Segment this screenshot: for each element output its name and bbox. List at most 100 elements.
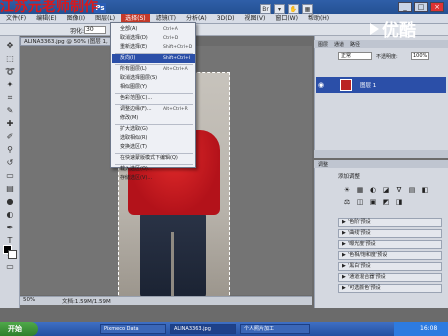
tab-channels[interactable]: 通道: [334, 41, 344, 48]
menu-item[interactable]: 3D(D): [213, 14, 239, 24]
adjustment-type-icon[interactable]: ◫: [355, 198, 365, 207]
crop-tool-icon[interactable]: ⌗: [4, 92, 16, 103]
expand-triangle-icon: ▶: [342, 274, 346, 280]
select-menu-item[interactable]: 相似图层(Y): [112, 83, 195, 92]
opacity-input[interactable]: 100%: [411, 52, 429, 60]
preset-item[interactable]: ▶ '色相/饱和度'预设: [338, 251, 442, 260]
preset-item[interactable]: ▶ '黑白'预设: [338, 262, 442, 271]
expand-triangle-icon: ▶: [342, 252, 346, 258]
dodge-tool-icon[interactable]: ◐: [4, 209, 16, 220]
adjustment-type-icon[interactable]: ∇: [394, 186, 404, 195]
adjustment-type-icon[interactable]: ◩: [381, 198, 391, 207]
history-brush-tool-icon[interactable]: ↺: [4, 157, 16, 168]
select-menu-item[interactable]: 调整边缘(F)... Alt+Ctrl+R: [112, 105, 195, 114]
zoom-level[interactable]: 50%: [23, 297, 35, 303]
preset-item[interactable]: ▶ '通道混合器'预设: [338, 273, 442, 282]
shape-tool-icon[interactable]: ▭: [4, 261, 16, 272]
minimize-button[interactable]: _: [398, 2, 412, 12]
menu-item[interactable]: 编辑(E): [32, 14, 60, 24]
select-menu-item[interactable]: 色彩范围(C)...: [112, 94, 195, 103]
select-menu-item[interactable]: 全部(A) Ctrl+A: [112, 25, 195, 34]
expand-triangle-icon: ▶: [342, 263, 346, 269]
tab-layers[interactable]: 图层: [318, 41, 328, 48]
select-menu-item[interactable]: 在快速蒙版模式下编辑(Q): [112, 154, 195, 163]
taskbar-item[interactable]: ALINA3363.jpg: [170, 324, 236, 334]
adjustment-type-icon[interactable]: ⚖: [342, 198, 352, 207]
select-menu-item[interactable]: 载入选区(O)...: [112, 165, 195, 174]
start-button[interactable]: 开始: [0, 322, 38, 336]
select-menu-dropdown: 全部(A) Ctrl+A 取消选择(D) Ctrl+D 重新选择(E) Shift+Ctr…: [110, 22, 196, 181]
menu-item[interactable]: 视图(V): [241, 14, 270, 24]
layer-row[interactable]: [316, 77, 446, 93]
close-button[interactable]: ×: [430, 2, 444, 12]
select-menu-item[interactable]: 重新选择(E) Shift+Ctrl+D: [112, 43, 195, 52]
bridge-icon[interactable]: Br: [260, 4, 271, 14]
visibility-eye-icon[interactable]: ◉: [318, 81, 324, 89]
menu-item-label: 重新选择(E): [120, 44, 148, 50]
magic-wand-tool-icon[interactable]: ✦: [4, 79, 16, 90]
feather-input[interactable]: 30: [84, 26, 106, 34]
adjustment-type-icon[interactable]: ▦: [355, 186, 365, 195]
tab-paths[interactable]: 路径: [350, 41, 360, 48]
adjustment-type-icon[interactable]: ◪: [381, 186, 391, 195]
pen-tool-icon[interactable]: ✒: [4, 222, 16, 233]
menu-item-label: 变换选区(T): [120, 144, 147, 150]
select-menu-item[interactable]: 取消选择图层(S): [112, 74, 195, 83]
menu-item[interactable]: 图像(I): [63, 14, 89, 24]
blur-tool-icon[interactable]: ●: [4, 196, 16, 207]
adjustment-type-icon[interactable]: ◨: [394, 198, 404, 207]
select-menu-item[interactable]: 变换选区(T): [112, 143, 195, 152]
select-menu-item[interactable]: 选取相似(R): [112, 134, 195, 143]
adjustment-type-icon[interactable]: ◐: [368, 186, 378, 195]
select-menu-item[interactable]: 存储选区(V)...: [112, 174, 195, 183]
preset-label: '可选颜色'预设: [347, 285, 381, 291]
healing-brush-tool-icon[interactable]: ✚: [4, 118, 16, 129]
arrange-icon[interactable]: ▦: [302, 4, 313, 14]
menu-item-label: 取消选择(D): [120, 35, 148, 41]
select-menu-item[interactable]: 取消选择(D) Ctrl+D: [112, 34, 195, 43]
gradient-tool-icon[interactable]: ▤: [4, 183, 16, 194]
adjustment-type-icon[interactable]: ◧: [420, 186, 430, 195]
menu-item[interactable]: 帮助(H): [304, 14, 333, 24]
menu-item[interactable]: 窗口(W): [271, 14, 302, 24]
lasso-tool-icon[interactable]: ➰: [4, 66, 16, 77]
maximize-button[interactable]: □: [414, 2, 428, 12]
menu-item-shortcut: Ctrl+A: [163, 27, 178, 32]
menu-item-shortcut: Ctrl+D: [163, 36, 179, 41]
taskbar-item[interactable]: 个人照片加工: [240, 324, 310, 334]
menu-item-shortcut: Shift+Ctrl+I: [163, 56, 191, 61]
select-menu-item[interactable]: 反向(I) Shift+Ctrl+I: [112, 54, 195, 63]
document-tab[interactable]: ALINA3363.jpg @ 50% (图层 1, RGB/8): [20, 37, 112, 46]
preset-label: '曲线'预设: [347, 230, 371, 236]
blend-mode-select[interactable]: 正常: [338, 52, 372, 60]
person-leg-gap: [171, 232, 174, 298]
brush-tool-icon[interactable]: ✐: [4, 131, 16, 142]
select-menu-item[interactable]: 修改(M): [112, 114, 195, 123]
select-menu-item[interactable]: 扩大选取(G): [112, 125, 195, 134]
menu-item[interactable]: 文件(F): [2, 14, 30, 24]
background-color-swatch[interactable]: [8, 250, 17, 259]
eraser-tool-icon[interactable]: ▭: [4, 170, 16, 181]
preset-item[interactable]: ▶ '曝光度'预设: [338, 240, 442, 249]
select-menu-item[interactable]: 所有图层(L) Alt+Ctrl+A: [112, 65, 195, 74]
move-tool-icon[interactable]: ✥: [4, 40, 16, 51]
layer-name[interactable]: 图层 1: [360, 81, 376, 89]
hand-icon[interactable]: ✋: [288, 4, 299, 14]
menu-item-shortcut: Alt+Ctrl+R: [163, 107, 188, 112]
preset-item[interactable]: ▶ '色阶'预设: [338, 218, 442, 227]
tab-adjustments[interactable]: 调整: [318, 161, 328, 168]
document-size: 文档:1.59M/1.59M: [62, 299, 111, 305]
preset-label: '色阶'预设: [347, 219, 371, 225]
adjustment-type-icon[interactable]: ▤: [407, 186, 417, 195]
clone-stamp-tool-icon[interactable]: ⚲: [4, 144, 16, 155]
preset-item[interactable]: ▶ '曲线'预设: [338, 229, 442, 238]
tools-panel: ✥ ⬚ ➰ ✦ ⌗ ✎ ✚ ✐ ⚲ ↺ ▭ ▤ ● ◐ ✒ T ➤ ▭: [0, 36, 20, 308]
marquee-tool-icon[interactable]: ⬚: [4, 53, 16, 64]
preset-item[interactable]: ▶ '可选颜色'预设: [338, 284, 442, 293]
zoom-level-icon[interactable]: ▾: [274, 4, 285, 14]
adjustment-type-icon[interactable]: ☀: [342, 186, 352, 195]
eyedropper-tool-icon[interactable]: ✎: [4, 105, 16, 116]
adjustment-type-icon[interactable]: ▣: [368, 198, 378, 207]
taskbar-item[interactable]: Pixmeco Data: [100, 324, 166, 334]
play-icon: [370, 22, 379, 35]
